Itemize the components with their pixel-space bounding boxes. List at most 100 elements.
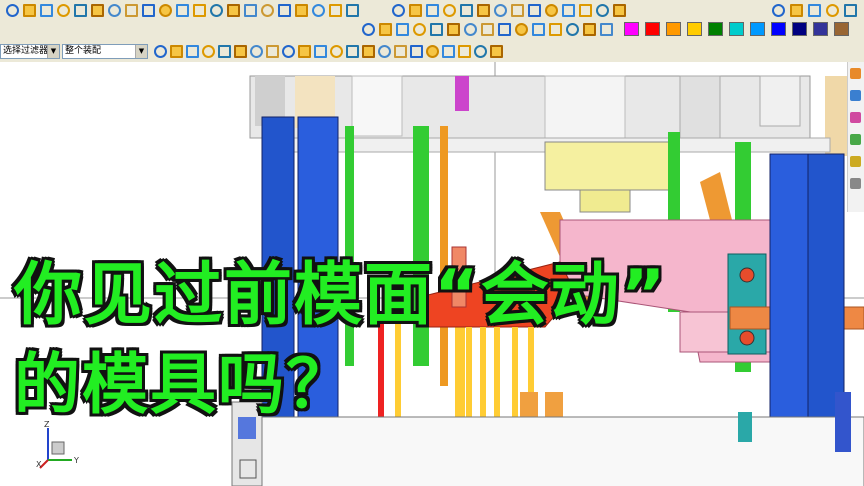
trim-icon[interactable] xyxy=(123,2,140,19)
snap-icon[interactable] xyxy=(530,21,547,38)
resource-bar-icon[interactable] xyxy=(850,112,861,123)
color-swatch[interactable] xyxy=(813,22,828,36)
shade-icon[interactable] xyxy=(472,43,489,60)
arc-icon[interactable] xyxy=(72,2,89,19)
snap-icon[interactable] xyxy=(424,43,441,60)
chamfer-icon[interactable] xyxy=(248,43,265,60)
chamfer-icon[interactable] xyxy=(462,21,479,38)
trim-icon[interactable] xyxy=(492,2,509,19)
render-icon[interactable] xyxy=(564,21,581,38)
color-swatch[interactable] xyxy=(687,22,702,36)
color-swatch[interactable] xyxy=(708,22,723,36)
shade-icon[interactable] xyxy=(225,2,242,19)
color-swatch[interactable] xyxy=(771,22,786,36)
point-icon[interactable] xyxy=(390,2,407,19)
sketch-icon[interactable] xyxy=(344,2,361,19)
datum-icon[interactable] xyxy=(4,2,21,19)
point-icon[interactable] xyxy=(21,2,38,19)
sketch-icon[interactable] xyxy=(394,21,411,38)
layer-icon[interactable] xyxy=(513,21,530,38)
render-icon[interactable] xyxy=(456,43,473,60)
color-swatch[interactable] xyxy=(750,22,765,36)
point-icon[interactable] xyxy=(377,21,394,38)
layer-icon[interactable] xyxy=(526,2,543,19)
line-icon[interactable] xyxy=(55,2,72,19)
line-icon[interactable] xyxy=(806,2,823,19)
fillet-icon[interactable] xyxy=(458,2,475,19)
chamfer-icon[interactable] xyxy=(360,43,377,60)
chevron-down-icon[interactable]: ▼ xyxy=(47,45,59,58)
chamfer-icon[interactable] xyxy=(475,2,492,19)
measure-icon[interactable] xyxy=(509,2,526,19)
mirror-icon[interactable] xyxy=(293,2,310,19)
chamfer-icon[interactable] xyxy=(106,2,123,19)
line-icon[interactable] xyxy=(312,43,329,60)
wireframe-icon[interactable] xyxy=(611,2,628,19)
view-icon[interactable] xyxy=(560,2,577,19)
snap-icon[interactable] xyxy=(543,2,560,19)
sketch-icon[interactable] xyxy=(184,43,201,60)
assembly-scope-select[interactable]: 整个装配 ▼ xyxy=(62,44,148,59)
measure-icon[interactable] xyxy=(140,2,157,19)
layer-icon[interactable] xyxy=(408,43,425,60)
line-icon[interactable] xyxy=(411,21,428,38)
line-icon[interactable] xyxy=(200,43,217,60)
resource-bar-icon[interactable] xyxy=(850,134,861,145)
fillet-icon[interactable] xyxy=(445,21,462,38)
arc-icon[interactable] xyxy=(824,2,841,19)
color-swatch[interactable] xyxy=(645,22,660,36)
snap-icon[interactable] xyxy=(174,2,191,19)
wireframe-icon[interactable] xyxy=(488,43,505,60)
view-icon[interactable] xyxy=(191,2,208,19)
wireframe-icon-glyph xyxy=(613,4,626,17)
filter-select[interactable]: 选择过滤器 ▼ xyxy=(0,44,60,59)
measure-icon[interactable] xyxy=(392,43,409,60)
render-icon[interactable] xyxy=(577,2,594,19)
view-icon[interactable] xyxy=(547,21,564,38)
datum-icon[interactable] xyxy=(152,43,169,60)
color-swatch[interactable] xyxy=(666,22,681,36)
resource-bar-icon[interactable] xyxy=(850,68,861,79)
shade-icon[interactable] xyxy=(581,21,598,38)
color-swatch[interactable] xyxy=(792,22,807,36)
sketch-icon[interactable] xyxy=(407,2,424,19)
arc-icon[interactable] xyxy=(216,43,233,60)
trim-icon-glyph xyxy=(494,4,507,17)
fillet-icon[interactable] xyxy=(232,43,249,60)
wireframe-icon[interactable] xyxy=(598,21,615,38)
render-icon[interactable] xyxy=(208,2,225,19)
line-icon[interactable] xyxy=(424,2,441,19)
point-icon[interactable] xyxy=(327,2,344,19)
datum-icon[interactable] xyxy=(310,2,327,19)
datum-icon[interactable] xyxy=(360,21,377,38)
color-swatch[interactable] xyxy=(624,22,639,36)
zoom-icon[interactable] xyxy=(259,2,276,19)
view-icon[interactable] xyxy=(440,43,457,60)
measure-icon[interactable] xyxy=(496,21,513,38)
trim-icon[interactable] xyxy=(264,43,281,60)
chevron-down-icon[interactable]: ▼ xyxy=(135,45,147,58)
resource-bar-icon[interactable] xyxy=(850,90,861,101)
color-swatch[interactable] xyxy=(729,22,744,36)
fillet-icon[interactable] xyxy=(842,2,859,19)
sketch-icon[interactable] xyxy=(38,2,55,19)
point-icon[interactable] xyxy=(770,2,787,19)
arc-icon[interactable] xyxy=(441,2,458,19)
resource-bar-icon[interactable] xyxy=(850,178,861,189)
move-icon[interactable] xyxy=(276,2,293,19)
color-swatch[interactable] xyxy=(834,22,849,36)
arc-icon[interactable] xyxy=(428,21,445,38)
shade-icon[interactable] xyxy=(594,2,611,19)
layer-icon[interactable] xyxy=(157,2,174,19)
point-icon[interactable] xyxy=(168,43,185,60)
sketch-icon[interactable] xyxy=(296,43,313,60)
sketch-icon[interactable] xyxy=(788,2,805,19)
arc-icon[interactable] xyxy=(328,43,345,60)
wireframe-icon[interactable] xyxy=(242,2,259,19)
resource-bar-icon[interactable] xyxy=(850,156,861,167)
trim-icon[interactable] xyxy=(376,43,393,60)
fillet-icon[interactable] xyxy=(89,2,106,19)
point-icon[interactable] xyxy=(280,43,297,60)
fillet-icon[interactable] xyxy=(344,43,361,60)
trim-icon[interactable] xyxy=(479,21,496,38)
